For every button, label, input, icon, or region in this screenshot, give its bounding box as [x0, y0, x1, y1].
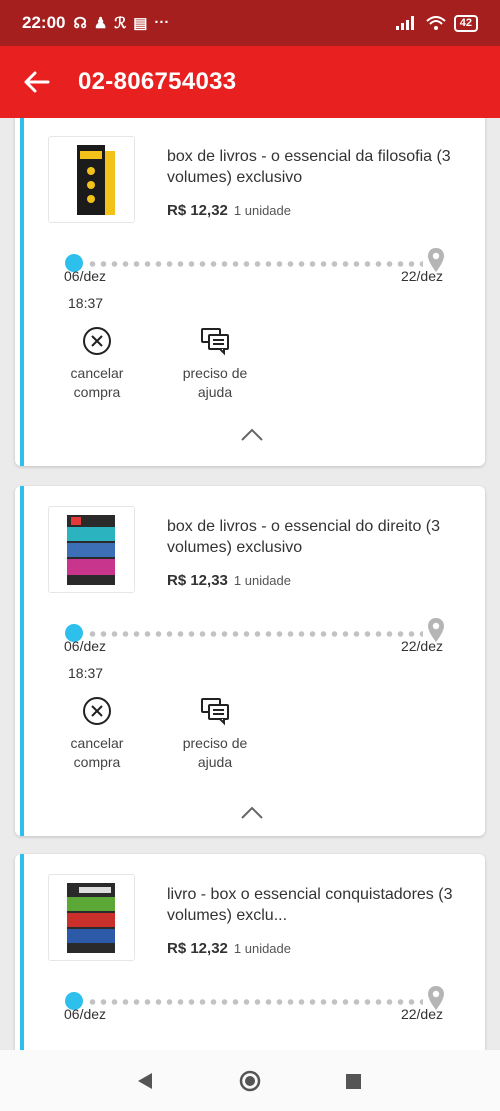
headphones-icon: ☊: [73, 15, 87, 32]
more-dots: ···: [154, 14, 170, 31]
product-title[interactable]: box de livros - o essencial da filosofia…: [167, 146, 467, 188]
signal-icon: [395, 16, 414, 30]
end-date: 22/dez: [400, 1006, 443, 1022]
cancel-purchase-label: cancelar compra: [70, 365, 124, 400]
order-time: 18:37: [68, 295, 104, 311]
status-bar: 22:00 ☊ ♟ ℛ ▤ ··· 42: [0, 0, 500, 46]
need-help-label: preciso de ajuda: [182, 365, 248, 400]
product-price: R$ 12,33: [167, 572, 228, 589]
page-title: 02-806754033: [78, 68, 237, 95]
cancel-circle-icon: [83, 327, 111, 355]
progress-dots: [87, 631, 423, 637]
card-accent: [20, 854, 24, 1050]
start-date: 06/dez: [64, 268, 107, 284]
collapse-chevron-icon[interactable]: [240, 426, 264, 442]
price-row: R$ 12,32 1 unidade: [167, 202, 291, 219]
start-date: 06/dez: [64, 1006, 107, 1022]
price-row: R$ 12,33 1 unidade: [167, 572, 291, 589]
battery-icon: 42: [453, 14, 478, 32]
end-date: 22/dez: [400, 638, 443, 654]
order-card[interactable]: box de livros - o essencial da filosofia…: [15, 118, 485, 466]
book-box-image: [77, 145, 115, 215]
home-circle-icon[interactable]: [239, 1070, 261, 1092]
chat-icon: [201, 698, 229, 726]
progress-dots: [87, 999, 423, 1005]
wifi-icon: [426, 15, 446, 30]
order-card[interactable]: box de livros - o essencial do direito (…: [15, 486, 485, 836]
status-time: 22:00: [22, 13, 66, 32]
product-thumbnail[interactable]: [48, 136, 135, 223]
book-box-image: [67, 515, 115, 585]
order-time: 18:37: [68, 665, 104, 681]
person-icon: ♟: [93, 15, 108, 32]
app-bar: 02-806754033: [0, 46, 500, 118]
end-date: 22/dez: [400, 268, 443, 284]
system-nav-bar: [0, 1050, 500, 1111]
need-help-label: preciso de ajuda: [182, 735, 248, 770]
recents-square-icon[interactable]: [346, 1074, 361, 1089]
progress-dots: [87, 261, 423, 267]
product-thumbnail[interactable]: [48, 506, 135, 593]
card-accent: [20, 118, 24, 466]
product-price: R$ 12,32: [167, 202, 228, 219]
chat-icon: [201, 328, 229, 356]
product-price: R$ 12,32: [167, 940, 228, 957]
product-thumbnail[interactable]: [48, 874, 135, 961]
delivery-progress: [65, 247, 445, 277]
delivery-progress: [65, 617, 445, 647]
need-help-button[interactable]: preciso de ajuda: [170, 326, 260, 402]
book-box-image: [67, 883, 115, 953]
order-list[interactable]: box de livros - o essencial da filosofia…: [0, 118, 500, 1050]
cancel-purchase-button[interactable]: cancelar compra: [52, 326, 142, 402]
product-quantity: 1 unidade: [233, 941, 292, 956]
cancel-purchase-button[interactable]: cancelar compra: [52, 696, 142, 772]
back-triangle-icon[interactable]: [137, 1072, 153, 1090]
price-row: R$ 12,32 1 unidade: [167, 940, 291, 957]
cancel-circle-icon: [83, 697, 111, 725]
order-card[interactable]: livro - box o essencial conquistadores (…: [15, 854, 485, 1050]
need-help-button[interactable]: preciso de ajuda: [170, 696, 260, 772]
collapse-chevron-icon[interactable]: [240, 804, 264, 820]
back-arrow-icon[interactable]: [22, 71, 52, 93]
product-title[interactable]: livro - box o essencial conquistadores (…: [167, 884, 467, 926]
cancel-purchase-label: cancelar compra: [70, 735, 124, 770]
delivery-progress: [65, 985, 445, 1015]
card-accent: [20, 486, 24, 836]
start-date: 06/dez: [64, 638, 107, 654]
product-title[interactable]: box de livros - o essencial do direito (…: [167, 516, 467, 558]
app-icon: ℛ: [114, 15, 127, 32]
news-icon: ▤: [133, 15, 148, 32]
product-quantity: 1 unidade: [233, 573, 292, 588]
product-quantity: 1 unidade: [233, 203, 292, 218]
